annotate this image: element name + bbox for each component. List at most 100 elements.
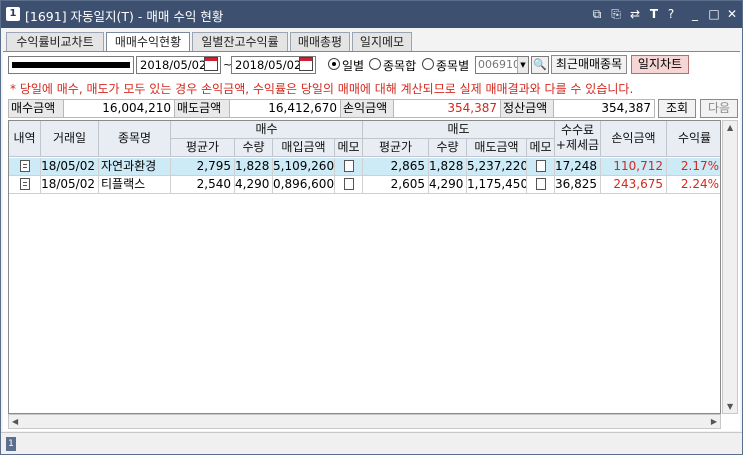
title-bar: 1 [1691] 자동일지(T) - 매매 수익 현황 ⧉ ⎘ ⇄ T ? _ … (1, 1, 742, 28)
rate-cell: 2.24% (667, 176, 720, 194)
profit-cell: 243,675 (601, 176, 667, 194)
app-icon[interactable]: 1 (6, 7, 20, 21)
col-sell-amount: 매도금액 (467, 139, 527, 157)
buy-qty-cell: 1,828 (235, 158, 273, 176)
sell-memo-cell[interactable] (527, 176, 555, 194)
main-window: 1 [1691] 자동일지(T) - 매매 수익 현황 ⧉ ⎘ ⇄ T ? _ … (0, 0, 743, 455)
date-cell: 18/05/02 (41, 158, 99, 176)
table-row[interactable]: 18/05/02 티플랙스 2,540 4,290 0,896,600 2,60… (9, 176, 720, 194)
col-group-sell: 매도 (363, 121, 555, 139)
col-buy-amount: 매입금액 (273, 139, 335, 157)
calendar-icon[interactable] (299, 57, 313, 71)
col-buy-avg: 평균가 (171, 139, 235, 157)
rate-cell: 2.17% (667, 158, 720, 176)
radio-by-stock-label[interactable]: 종목별 (436, 57, 469, 74)
profit-amount-label: 손익금액 (340, 99, 394, 118)
radio-daily[interactable] (328, 58, 340, 70)
buy-amount-label: 매수금액 (8, 99, 64, 118)
col-sell-memo: 메모 (527, 139, 555, 157)
sell-qty-cell: 1,828 (429, 158, 467, 176)
radio-daily-label[interactable]: 일별 (342, 57, 364, 74)
sell-avg-cell: 2,605 (363, 176, 429, 194)
horizontal-scrollbar[interactable]: ◀ ▶ (8, 414, 721, 429)
profit-amount-value: 354,387 (393, 99, 501, 118)
col-sell-avg: 평균가 (363, 139, 429, 157)
window-title: [1691] 자동일지(T) - 매매 수익 현황 (25, 9, 224, 24)
tab-content: 2018/05/02 ~ 2018/05/02 일별 종목합 종목별 00691… (3, 51, 740, 431)
calendar-icon[interactable] (204, 57, 218, 71)
scroll-right-arrow-icon[interactable]: ▶ (711, 417, 717, 426)
name-cell: 티플랙스 (99, 176, 171, 194)
search-icon[interactable]: 🔍 (531, 56, 549, 74)
col-detail: 내역 (9, 121, 41, 157)
trade-grid: 내역 거래일 종목명 매수 매도 수수료 +제세금 손익금액 수익률 평균가 수… (8, 120, 721, 414)
next-button[interactable]: 다음 (700, 99, 738, 118)
radio-stock-sum[interactable] (369, 58, 381, 70)
sell-amount-cell: 1,175,450 (467, 176, 527, 194)
date-to-value: 2018/05/02 (235, 58, 302, 72)
tab-daily-balance-return[interactable]: 일별잔고수익률 (192, 32, 288, 52)
col-date: 거래일 (41, 121, 99, 157)
radio-by-stock[interactable] (422, 58, 434, 70)
restore-icon[interactable]: ⧉ (589, 6, 605, 22)
memo-icon[interactable] (535, 178, 546, 190)
col-name: 종목명 (99, 121, 171, 157)
close-icon[interactable]: ✕ (724, 6, 740, 22)
scroll-up-arrow-icon[interactable]: ▲ (727, 123, 733, 132)
col-rate: 수익률 (667, 121, 720, 157)
sell-amount-value: 16,412,670 (229, 99, 341, 118)
col-group-buy: 매수 (171, 121, 363, 139)
stock-code-combo[interactable]: 006910 ▼ (475, 56, 529, 74)
account-mask (12, 62, 130, 68)
notice-text: * 당일에 매수, 매도가 모두 있는 경우 손익금액, 수익률은 당일의 매매… (10, 82, 634, 96)
sell-memo-cell[interactable] (527, 158, 555, 176)
sell-qty-cell: 4,290 (429, 176, 467, 194)
journal-chart-button[interactable]: 일지차트 (631, 55, 689, 74)
account-field[interactable] (8, 56, 134, 74)
tab-journal-memo[interactable]: 일지메모 (352, 32, 412, 52)
memo-icon[interactable] (343, 160, 354, 172)
buy-memo-cell[interactable] (335, 158, 363, 176)
vertical-scrollbar[interactable]: ▲ ▼ (722, 120, 738, 414)
link-icon[interactable]: ⇄ (627, 6, 643, 22)
detail-cell[interactable] (9, 158, 41, 176)
sell-amount-label: 매도금액 (174, 99, 230, 118)
col-buy-memo: 메모 (335, 139, 363, 157)
maximize-icon[interactable]: □ (706, 6, 722, 22)
sell-amount-cell: 5,237,220 (467, 158, 527, 176)
settle-amount-label: 정산금액 (500, 99, 554, 118)
scroll-down-arrow-icon[interactable]: ▼ (727, 402, 733, 411)
col-fee-line2: +제세금 (555, 138, 600, 152)
status-bar: 1 (1, 432, 742, 454)
chevron-down-icon[interactable]: ▼ (517, 57, 528, 73)
help-icon[interactable]: ? (663, 6, 679, 22)
name-cell: 자연과환경 (99, 158, 171, 176)
col-fee-line1: 수수료 (560, 123, 595, 137)
col-profit: 손익금액 (601, 121, 667, 157)
status-indicator-icon: 1 (6, 437, 16, 451)
tab-profit-compare-chart[interactable]: 수익률비교차트 (6, 32, 104, 52)
scroll-left-arrow-icon[interactable]: ◀ (12, 417, 18, 426)
col-fee: 수수료 +제세금 (555, 121, 601, 157)
font-icon[interactable]: T (646, 6, 662, 22)
settle-amount-value: 354,387 (553, 99, 655, 118)
col-buy-qty: 수량 (235, 139, 273, 157)
recent-trades-button[interactable]: 최근매매종목 (551, 55, 627, 74)
tab-trade-review[interactable]: 매매총평 (290, 32, 350, 52)
sell-avg-cell: 2,865 (363, 158, 429, 176)
minimize-icon[interactable]: _ (687, 6, 703, 22)
profit-cell: 110,712 (601, 158, 667, 176)
radio-stock-sum-label[interactable]: 종목합 (383, 57, 416, 74)
query-button[interactable]: 조회 (658, 99, 696, 118)
table-row[interactable]: 18/05/02 자연과환경 2,795 1,828 5,109,260 2,8… (9, 158, 720, 176)
detail-cell[interactable] (9, 176, 41, 194)
detail-doc-icon[interactable] (19, 160, 30, 172)
detail-doc-icon[interactable] (19, 178, 30, 190)
buy-memo-cell[interactable] (335, 176, 363, 194)
copy-icon[interactable]: ⎘ (608, 6, 624, 22)
buy-avg-cell: 2,540 (171, 176, 235, 194)
memo-icon[interactable] (535, 160, 546, 172)
buy-amount-value: 16,004,210 (63, 99, 175, 118)
memo-icon[interactable] (343, 178, 354, 190)
tab-trade-profit-status[interactable]: 매매수익현황 (106, 32, 190, 53)
